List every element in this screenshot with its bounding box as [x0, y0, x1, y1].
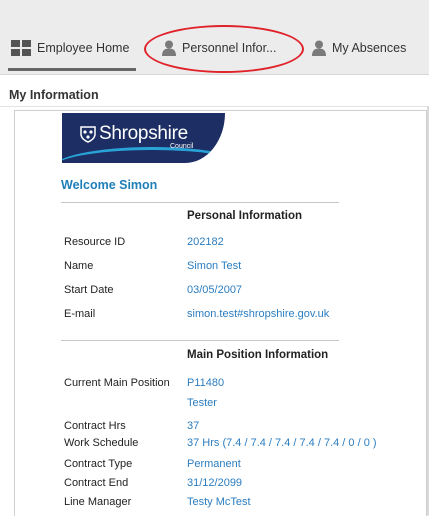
field-label: Contract Hrs — [64, 420, 126, 432]
line-manager-link[interactable]: Testy McTest — [187, 496, 251, 508]
page-title: My Information — [9, 88, 99, 102]
field-label: Line Manager — [64, 496, 132, 508]
person-icon — [162, 40, 176, 56]
tab-label: Personnel Infor... — [182, 41, 277, 55]
council-logo: Shropshire Council — [62, 113, 225, 163]
tab-label: Employee Home — [37, 41, 130, 55]
field-label: E-mail — [64, 308, 96, 320]
field-label: Current Main Position — [64, 377, 170, 389]
welcome-message: Welcome Simon — [61, 178, 158, 192]
tab-employee-home[interactable]: Employee Home — [11, 38, 129, 58]
tab-label: My Absences — [332, 41, 407, 55]
logo-text: Shropshire — [99, 123, 188, 144]
crest-icon — [79, 125, 97, 148]
field-value: 37 Hrs (7.4 / 7.4 / 7.4 / 7.4 / 7.4 / 0 … — [187, 437, 377, 449]
field-value: 202182 — [187, 236, 224, 248]
field-label: Work Schedule — [64, 437, 139, 449]
field-label: Resource ID — [64, 236, 126, 248]
personal-info-heading: Personal Information — [187, 210, 303, 222]
field-value: 03/05/2007 — [187, 284, 243, 296]
grid-icon — [11, 40, 31, 56]
position-info-heading: Main Position Information — [187, 349, 329, 361]
field-label: Start Date — [64, 284, 114, 296]
field-value: Tester — [187, 397, 217, 409]
divider — [61, 202, 339, 203]
field-value: Simon Test — [187, 260, 242, 272]
field-label: Contract End — [64, 477, 129, 489]
position-id-link[interactable]: P11480 — [187, 377, 224, 389]
field-value: Permanent — [187, 458, 241, 470]
field-value: 37 — [187, 420, 200, 432]
field-value: 31/12/2099 — [187, 477, 243, 489]
active-tab-indicator — [8, 68, 136, 71]
tab-bar: Employee Home Personnel Infor... My Abse… — [0, 0, 429, 72]
email-link[interactable]: simon.test#shropshire.gov.uk — [187, 308, 329, 320]
tab-my-absences[interactable]: My Absences — [312, 38, 406, 58]
logo-subtext: Council — [170, 143, 194, 150]
logo-swoosh — [62, 147, 225, 163]
tab-personnel-information[interactable]: Personnel Infor... — [162, 38, 277, 58]
field-label: Name — [64, 260, 94, 272]
field-label: Contract Type — [64, 458, 133, 470]
divider — [61, 340, 339, 341]
person-icon — [312, 40, 326, 56]
